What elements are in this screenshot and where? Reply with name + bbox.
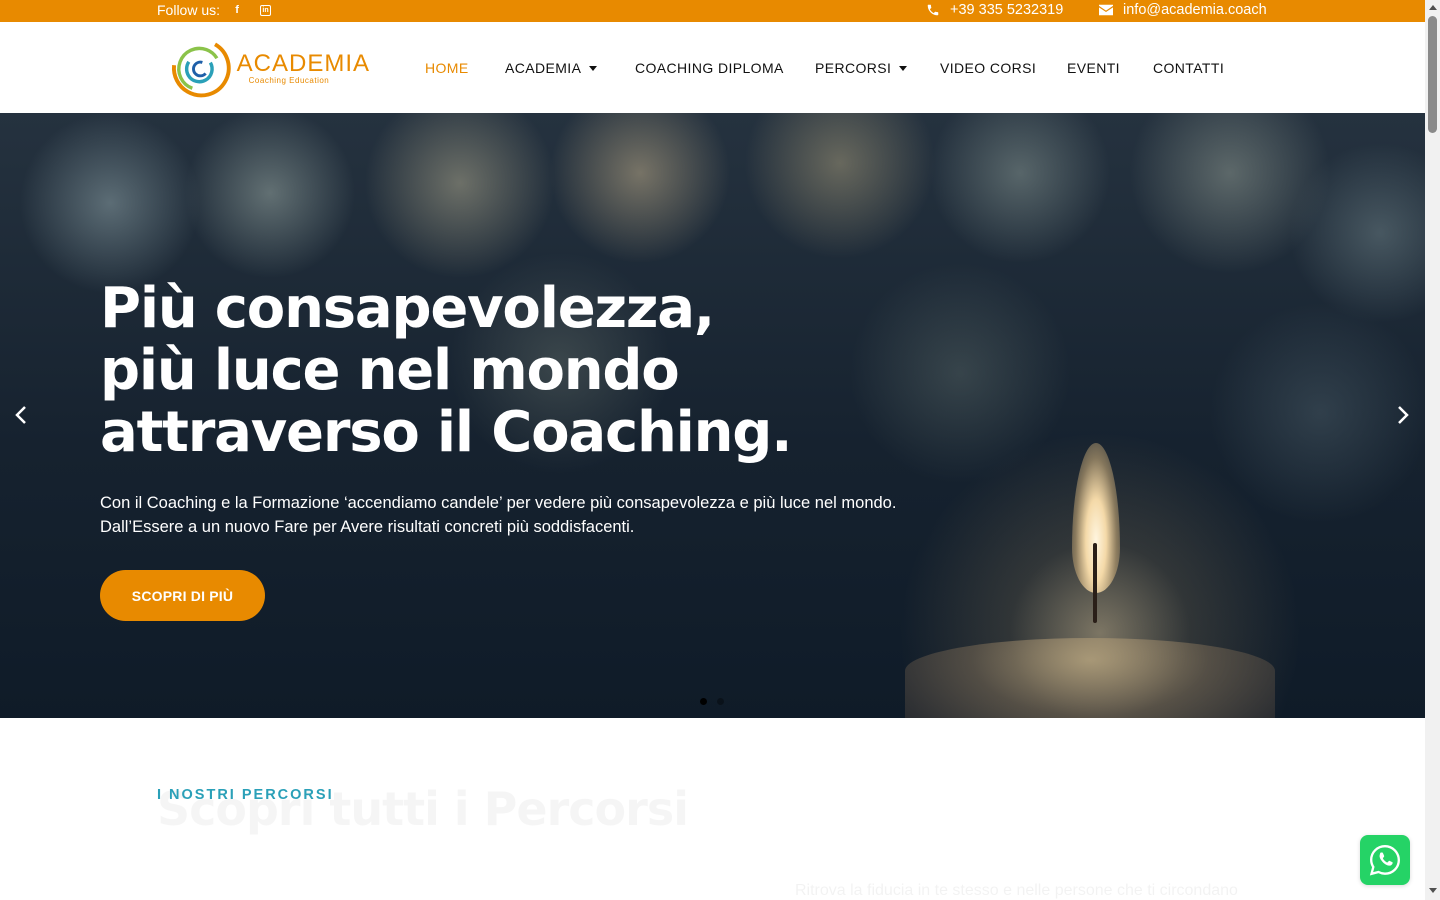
- logo-subtitle: Coaching Education: [248, 75, 330, 85]
- nav-academia-label: ACADEMIA: [505, 60, 582, 76]
- caret-down-icon: [589, 65, 598, 71]
- logo-mark-icon: [171, 38, 231, 98]
- section-label: I NOSTRI PERCORSI: [157, 787, 334, 803]
- nav-eventi-label: EVENTI: [1067, 60, 1120, 76]
- logo-title: ACADEMIA: [236, 49, 370, 77]
- hero-title-line: attraverso il Coaching.: [100, 400, 792, 465]
- hero-title-line: Più consapevolezza,: [100, 276, 715, 341]
- hero-slider: Più consapevolezza, più luce nel mondo a…: [0, 113, 1425, 718]
- nav-coaching-diploma[interactable]: COACHING DIPLOMA: [635, 60, 784, 76]
- phone-icon: [927, 4, 939, 16]
- phone-contact[interactable]: +39 335 5232319: [926, 2, 1063, 18]
- nav-home[interactable]: HOME: [425, 60, 469, 76]
- candle-image: [905, 638, 1275, 718]
- caret-down-icon: [899, 65, 908, 71]
- slider-pagination: [700, 698, 724, 705]
- scroll-up-icon[interactable]: [1429, 5, 1437, 10]
- nav-academia[interactable]: ACADEMIA: [505, 60, 598, 76]
- slider-dot-2[interactable]: [717, 698, 724, 705]
- scroll-thumb[interactable]: [1428, 16, 1437, 133]
- section-text: Ritrova la fiducia in te stesso e nelle …: [795, 882, 1238, 899]
- candle-wick: [1093, 543, 1097, 623]
- whatsapp-icon: [1369, 845, 1400, 876]
- hero-title-line: più luce nel mondo: [100, 338, 680, 403]
- page-scrollbar[interactable]: [1425, 0, 1440, 900]
- nav-percorsi-label: PERCORSI: [815, 60, 892, 76]
- hero-description: Con il Coaching e la Formazione ‘accendi…: [100, 494, 897, 536]
- nav-contatti[interactable]: CONTATTI: [1153, 60, 1224, 76]
- top-bar: Follow us: f in +39 335 5232319 info@aca…: [0, 0, 1425, 22]
- chevron-right-icon[interactable]: [1390, 403, 1414, 427]
- facebook-icon[interactable]: f: [230, 3, 244, 17]
- site-header: ACADEMIA Coaching Education HOME ACADEMI…: [0, 22, 1425, 113]
- nav-eventi[interactable]: EVENTI: [1067, 60, 1120, 76]
- nav-video-corsi[interactable]: VIDEO CORSI: [940, 60, 1036, 76]
- chevron-left-icon[interactable]: [10, 403, 34, 427]
- hero-title: Più consapevolezza, più luce nel mondo a…: [100, 278, 900, 464]
- whatsapp-button[interactable]: [1360, 835, 1410, 885]
- nav-home-label: HOME: [425, 60, 469, 76]
- email-contact[interactable]: info@academia.coach: [1099, 2, 1267, 18]
- nav-coaching-diploma-label: COACHING DIPLOMA: [635, 60, 784, 76]
- linkedin-icon[interactable]: in: [260, 4, 272, 16]
- scroll-down-icon[interactable]: [1429, 888, 1437, 893]
- follow-us: Follow us: f in: [157, 2, 272, 18]
- phone-number[interactable]: +39 335 5232319: [950, 2, 1063, 18]
- nav-video-corsi-label: VIDEO CORSI: [940, 60, 1037, 76]
- follow-label: Follow us:: [157, 2, 221, 18]
- slider-dot-1[interactable]: [700, 698, 707, 705]
- mail-icon: [1099, 4, 1113, 16]
- logo-text: ACADEMIA Coaching Education: [236, 49, 370, 85]
- logo[interactable]: ACADEMIA Coaching Education: [170, 36, 370, 100]
- scopri-di-piu-button[interactable]: SCOPRI DI PIÙ: [100, 570, 265, 621]
- nav-contatti-label: CONTATTI: [1153, 60, 1225, 76]
- email-address[interactable]: info@academia.coach: [1123, 2, 1267, 18]
- nav-percorsi[interactable]: PERCORSI: [815, 60, 908, 76]
